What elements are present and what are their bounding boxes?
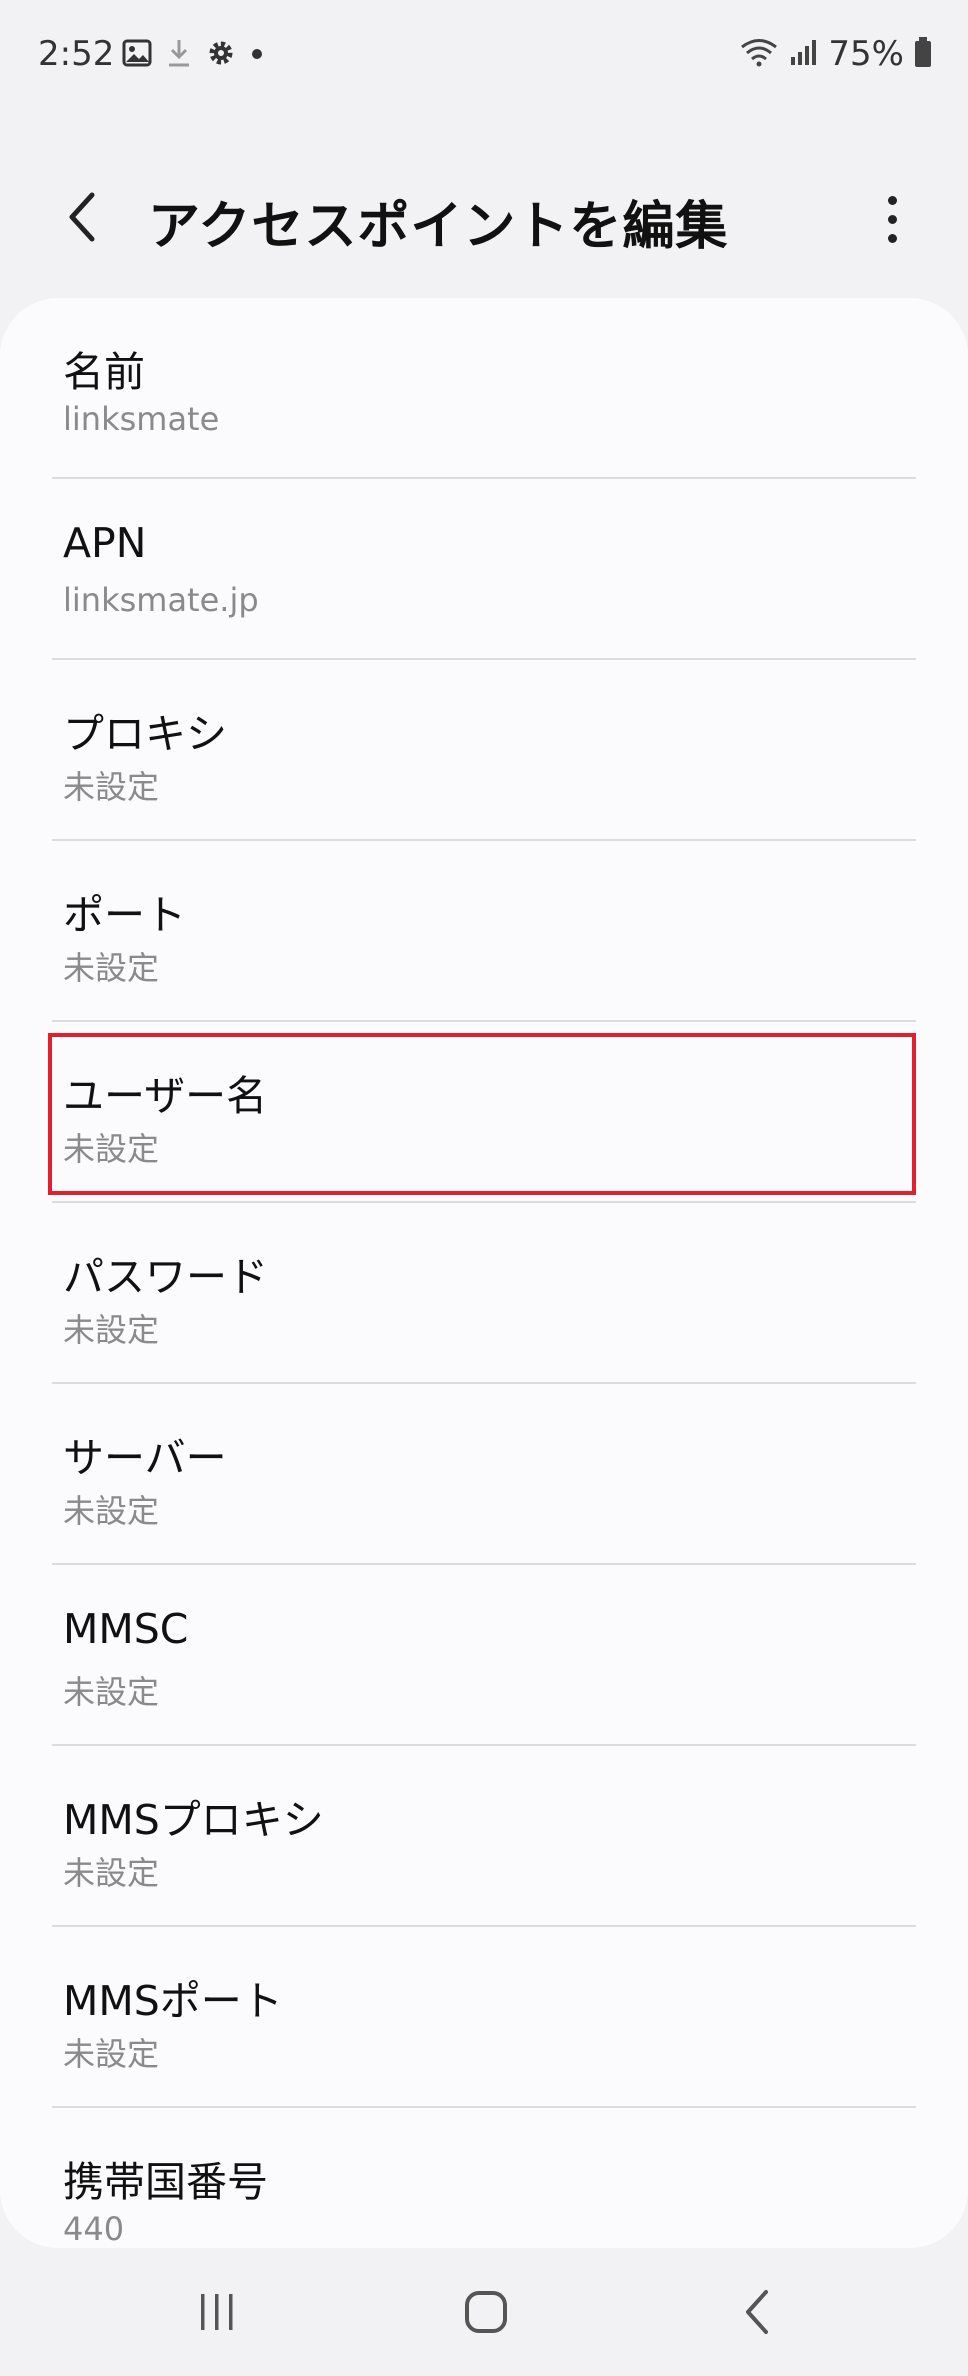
setting-title: MMSC (63, 1605, 189, 1653)
setting-title: APN (63, 519, 147, 567)
setting-title: ポート (63, 891, 186, 939)
home-icon (465, 2291, 507, 2333)
signal-icon (788, 37, 818, 71)
more-dot-icon (887, 233, 897, 243)
setting-value: 未設定 (63, 1854, 160, 1892)
setting-item-proxy[interactable]: プロキシ 未設定 (0, 660, 968, 841)
back-icon (746, 2290, 768, 2334)
setting-item-username[interactable]: ユーザー名 未設定 (0, 1022, 968, 1203)
setting-item-apn[interactable]: APN linksmate.jp (0, 479, 968, 660)
more-dot-icon (887, 214, 897, 224)
setting-value: 未設定 (63, 949, 160, 987)
setting-title: 名前 (63, 348, 145, 396)
status-bar: 2:52 75% (0, 0, 968, 110)
setting-value: 未設定 (63, 1311, 160, 1349)
setting-title: サーバー (63, 1434, 227, 1482)
setting-title: ユーザー名 (63, 1072, 268, 1120)
setting-item-mms-proxy[interactable]: MMSプロキシ 未設定 (0, 1746, 968, 1927)
setting-item-port[interactable]: ポート 未設定 (0, 841, 968, 1022)
battery-icon (914, 36, 932, 72)
setting-value: 未設定 (63, 1492, 160, 1530)
home-button[interactable] (446, 2272, 526, 2352)
nav-back-button[interactable] (718, 2272, 798, 2352)
setting-value: linksmate.jp (63, 581, 259, 619)
setting-value: 未設定 (63, 2035, 160, 2073)
setting-item-mmsc[interactable]: MMSC 未設定 (0, 1565, 968, 1746)
app-bar: アクセスポイントを編集 (0, 170, 968, 270)
navigation-bar (0, 2248, 968, 2376)
more-dot-icon (887, 195, 897, 205)
setting-title: プロキシ (63, 710, 227, 758)
setting-value: 440 (63, 2210, 125, 2248)
setting-title: MMSプロキシ (63, 1796, 324, 1844)
setting-value: 未設定 (63, 768, 160, 806)
status-time: 2:52 (38, 34, 115, 74)
download-icon (166, 38, 192, 72)
setting-title: MMSポート (63, 1977, 283, 2025)
wifi-icon (740, 37, 778, 71)
chevron-left-icon (69, 192, 95, 242)
battery-percent: 75% (828, 34, 904, 74)
setting-value: 未設定 (63, 1673, 160, 1711)
setting-item-server[interactable]: サーバー 未設定 (0, 1384, 968, 1565)
recent-apps-button[interactable] (177, 2272, 257, 2352)
setting-value: 未設定 (63, 1130, 160, 1168)
setting-title: パスワード (63, 1253, 268, 1301)
setting-item-password[interactable]: パスワード 未設定 (0, 1203, 968, 1384)
settings-list: 名前 linksmate APN linksmate.jp プロキシ 未設定 ポ… (0, 298, 968, 2248)
image-icon (122, 38, 152, 72)
back-button[interactable] (52, 182, 112, 252)
setting-item-name[interactable]: 名前 linksmate (0, 298, 968, 479)
status-system-icons: 75% (740, 34, 932, 74)
setting-title: 携帯国番号 (63, 2158, 268, 2206)
dot-icon (250, 46, 264, 65)
setting-value: linksmate (63, 400, 220, 438)
gear-icon (206, 38, 236, 72)
status-notification-icons (122, 38, 264, 72)
setting-item-mcc[interactable]: 携帯国番号 440 (0, 2108, 968, 2248)
recent-apps-icon (201, 2294, 233, 2330)
setting-item-mms-port[interactable]: MMSポート 未設定 (0, 1927, 968, 2108)
more-options-button[interactable] (872, 184, 912, 254)
page-title: アクセスポイントを編集 (148, 197, 729, 257)
